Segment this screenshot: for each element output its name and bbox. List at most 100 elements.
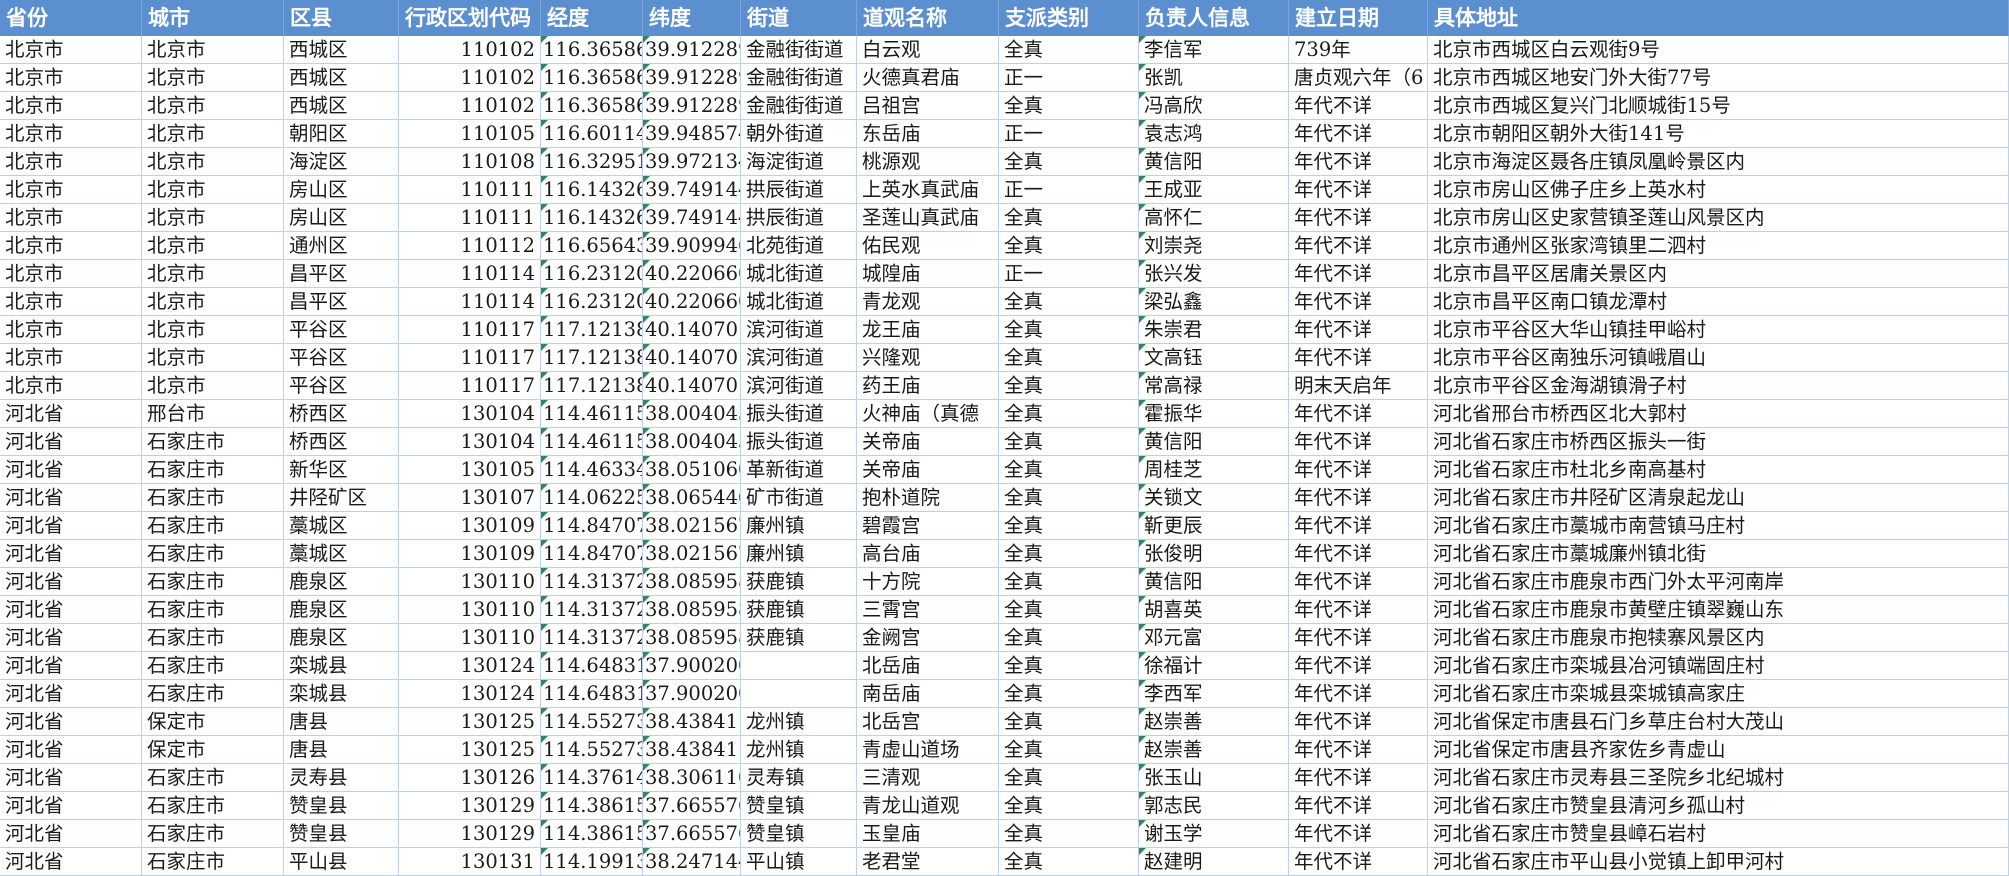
cell-temple-name[interactable]: 药王庙	[857, 372, 999, 400]
cell-street[interactable]: 北苑街道	[741, 232, 857, 260]
cell-longitude[interactable]: 116.143267	[541, 204, 643, 232]
cell-branch-type[interactable]: 全真	[999, 92, 1139, 120]
cell-street[interactable]	[741, 652, 857, 680]
cell-street[interactable]: 滨河街道	[741, 344, 857, 372]
cell-branch-type[interactable]: 全真	[999, 512, 1139, 540]
column-header-street[interactable]: 街道	[741, 0, 857, 36]
cell-address[interactable]: 河北省石家庄市鹿泉市抱犊寨风景区内	[1428, 624, 2009, 652]
cell-address[interactable]: 河北省石家庄市井陉矿区清泉起龙山	[1428, 484, 2009, 512]
cell-admin-code[interactable]: 130126	[399, 764, 541, 792]
cell-branch-type[interactable]: 正一	[999, 64, 1139, 92]
cell-longitude[interactable]: 114.062258	[541, 484, 643, 512]
cell-address[interactable]: 河北省保定市唐县齐家佐乡青虚山	[1428, 736, 2009, 764]
cell-temple-name[interactable]: 关帝庙	[857, 456, 999, 484]
cell-longitude[interactable]: 116.143267	[541, 176, 643, 204]
cell-branch-type[interactable]: 正一	[999, 176, 1139, 204]
cell-city[interactable]: 石家庄市	[142, 596, 284, 624]
cell-manager[interactable]: 高怀仁	[1139, 204, 1289, 232]
cell-founded-date[interactable]: 年代不详	[1289, 540, 1428, 568]
cell-temple-name[interactable]: 上英水真武庙	[857, 176, 999, 204]
cell-district[interactable]: 藁城区	[284, 512, 399, 540]
cell-city[interactable]: 北京市	[142, 344, 284, 372]
cell-province[interactable]: 河北省	[0, 736, 142, 764]
cell-longitude[interactable]: 114.313724	[541, 596, 643, 624]
cell-admin-code[interactable]: 110105	[399, 120, 541, 148]
cell-temple-name[interactable]: 青虚山道场	[857, 736, 999, 764]
cell-temple-name[interactable]: 北岳宫	[857, 708, 999, 736]
cell-district[interactable]: 通州区	[284, 232, 399, 260]
cell-district[interactable]: 赞皇县	[284, 820, 399, 848]
cell-city[interactable]: 石家庄市	[142, 540, 284, 568]
cell-street[interactable]: 获鹿镇	[741, 568, 857, 596]
cell-founded-date[interactable]: 年代不详	[1289, 456, 1428, 484]
cell-address[interactable]: 河北省石家庄市杜北乡南高基村	[1428, 456, 2009, 484]
cell-temple-name[interactable]: 三霄宫	[857, 596, 999, 624]
cell-address[interactable]: 河北省石家庄市赞皇县嶂石岩村	[1428, 820, 2009, 848]
cell-longitude[interactable]: 117.121383	[541, 344, 643, 372]
cell-street[interactable]: 平山镇	[741, 848, 857, 876]
cell-temple-name[interactable]: 圣莲山真武庙	[857, 204, 999, 232]
cell-street[interactable]: 振头街道	[741, 428, 857, 456]
cell-admin-code[interactable]: 110114	[399, 288, 541, 316]
cell-district[interactable]: 桥西区	[284, 428, 399, 456]
cell-street[interactable]: 龙州镇	[741, 736, 857, 764]
cell-manager[interactable]: 朱崇君	[1139, 316, 1289, 344]
cell-admin-code[interactable]: 130109	[399, 540, 541, 568]
cell-address[interactable]: 北京市平谷区金海湖镇滑子村	[1428, 372, 2009, 400]
cell-founded-date[interactable]: 年代不详	[1289, 624, 1428, 652]
cell-branch-type[interactable]: 全真	[999, 596, 1139, 624]
cell-admin-code[interactable]: 110114	[399, 260, 541, 288]
cell-latitude[interactable]: 38.085958	[643, 568, 741, 596]
cell-branch-type[interactable]: 全真	[999, 428, 1139, 456]
cell-district[interactable]: 昌平区	[284, 288, 399, 316]
cell-founded-date[interactable]: 年代不详	[1289, 316, 1428, 344]
cell-temple-name[interactable]: 关帝庙	[857, 428, 999, 456]
cell-admin-code[interactable]: 110111	[399, 204, 541, 232]
cell-province[interactable]: 河北省	[0, 400, 142, 428]
cell-admin-code[interactable]: 130129	[399, 792, 541, 820]
cell-longitude[interactable]: 116.231204	[541, 260, 643, 288]
cell-province[interactable]: 河北省	[0, 848, 142, 876]
cell-latitude[interactable]: 40.140701	[643, 344, 741, 372]
cell-admin-code[interactable]: 130129	[399, 820, 541, 848]
cell-province[interactable]: 北京市	[0, 64, 142, 92]
cell-address[interactable]: 北京市朝阳区朝外大街141号	[1428, 120, 2009, 148]
cell-latitude[interactable]: 38.021567	[643, 512, 741, 540]
cell-district[interactable]: 房山区	[284, 176, 399, 204]
cell-latitude[interactable]: 40.220660	[643, 260, 741, 288]
column-header-longitude[interactable]: 经度	[541, 0, 643, 36]
cell-temple-name[interactable]: 青龙观	[857, 288, 999, 316]
cell-province[interactable]: 河北省	[0, 428, 142, 456]
cell-founded-date[interactable]: 年代不详	[1289, 764, 1428, 792]
cell-city[interactable]: 石家庄市	[142, 428, 284, 456]
cell-temple-name[interactable]: 佑民观	[857, 232, 999, 260]
cell-street[interactable]: 城北街道	[741, 260, 857, 288]
cell-temple-name[interactable]: 东岳庙	[857, 120, 999, 148]
cell-district[interactable]: 平谷区	[284, 316, 399, 344]
cell-longitude[interactable]: 114.461154	[541, 428, 643, 456]
cell-longitude[interactable]: 114.463347	[541, 456, 643, 484]
cell-city[interactable]: 北京市	[142, 148, 284, 176]
cell-manager[interactable]: 谢玉学	[1139, 820, 1289, 848]
cell-admin-code[interactable]: 130125	[399, 736, 541, 764]
cell-admin-code[interactable]: 110102	[399, 92, 541, 120]
cell-branch-type[interactable]: 全真	[999, 680, 1139, 708]
cell-province[interactable]: 北京市	[0, 260, 142, 288]
cell-address[interactable]: 河北省石家庄市鹿泉市西门外太平河南岸	[1428, 568, 2009, 596]
cell-province[interactable]: 北京市	[0, 232, 142, 260]
cell-manager[interactable]: 黄信阳	[1139, 148, 1289, 176]
cell-admin-code[interactable]: 130124	[399, 652, 541, 680]
cell-manager[interactable]: 胡喜英	[1139, 596, 1289, 624]
cell-admin-code[interactable]: 130109	[399, 512, 541, 540]
cell-branch-type[interactable]: 全真	[999, 540, 1139, 568]
cell-longitude[interactable]: 116.231204	[541, 288, 643, 316]
cell-manager[interactable]: 常高禄	[1139, 372, 1289, 400]
cell-founded-date[interactable]: 年代不详	[1289, 512, 1428, 540]
cell-address[interactable]: 河北省石家庄市赞皇县清河乡孤山村	[1428, 792, 2009, 820]
cell-branch-type[interactable]: 全真	[999, 652, 1139, 680]
cell-province[interactable]: 北京市	[0, 288, 142, 316]
cell-temple-name[interactable]: 南岳庙	[857, 680, 999, 708]
cell-street[interactable]: 赞皇镇	[741, 820, 857, 848]
column-header-founded-date[interactable]: 建立日期	[1289, 0, 1428, 36]
cell-province[interactable]: 北京市	[0, 148, 142, 176]
